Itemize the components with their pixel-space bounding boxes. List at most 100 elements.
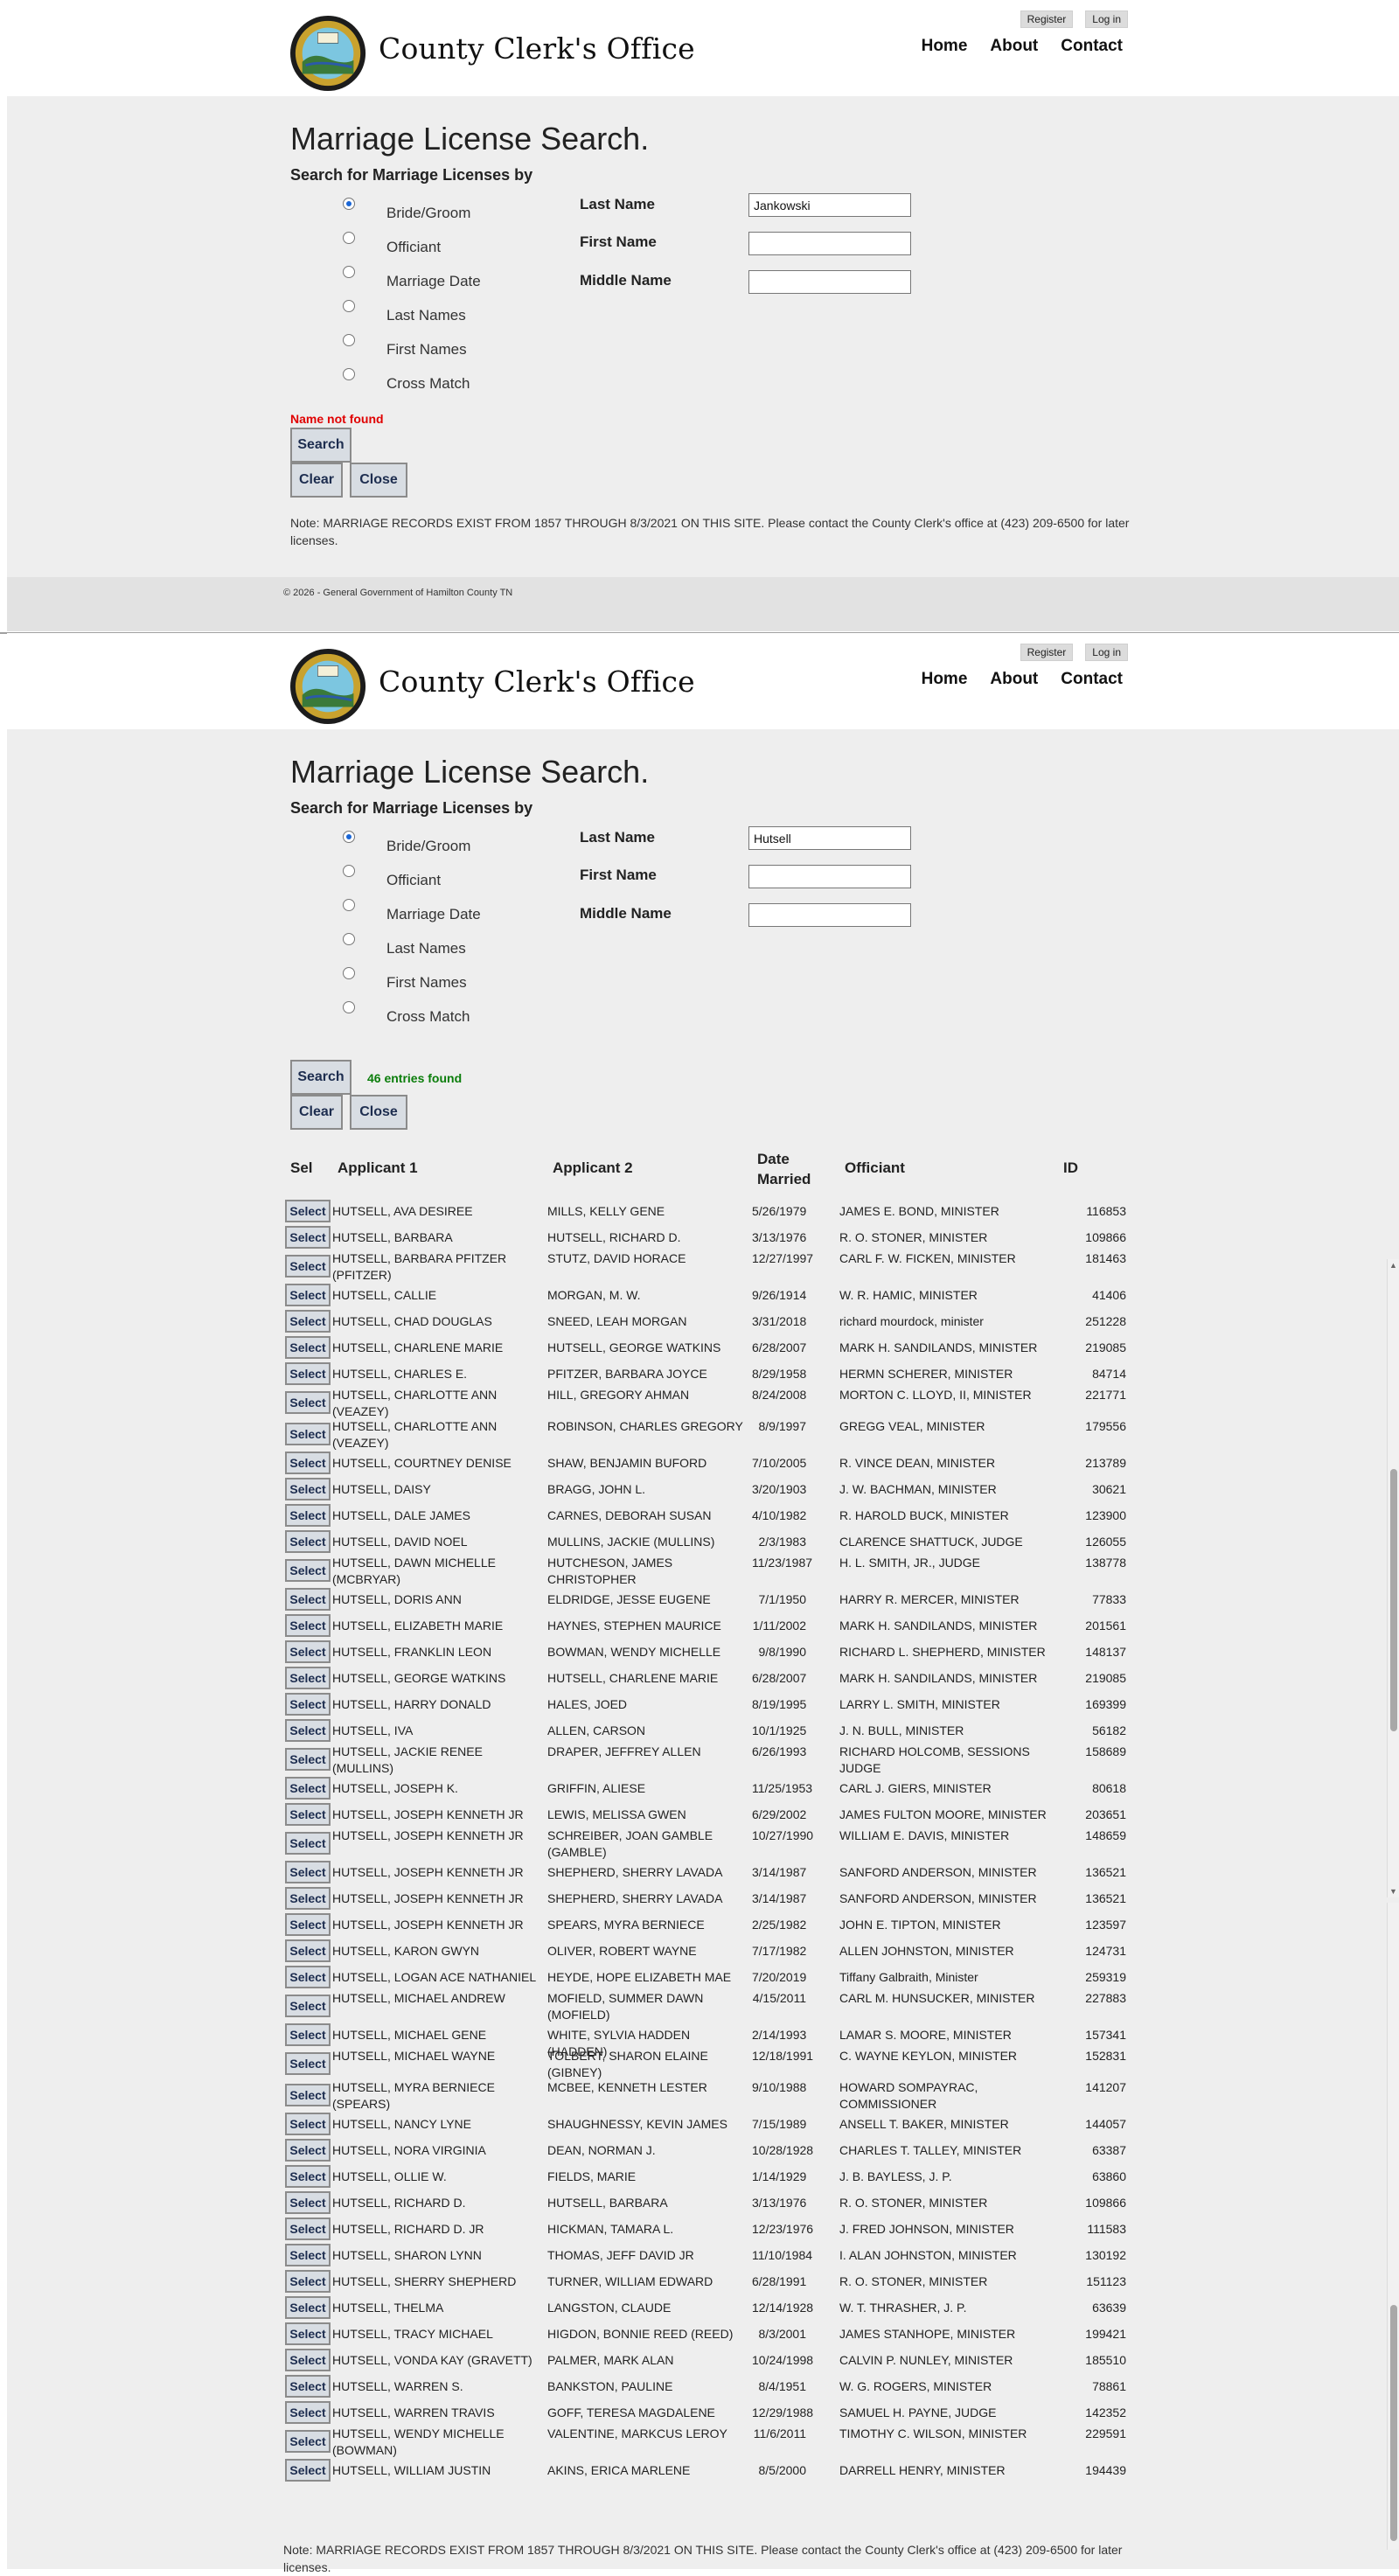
- select-button[interactable]: Select: [285, 1748, 331, 1771]
- radio-button[interactable]: [343, 334, 355, 346]
- table-row: Select HUTSELL, KARON GWYN OLIVER, ROBERT …: [7, 1938, 1399, 1964]
- select-button[interactable]: Select: [285, 1887, 331, 1910]
- select-button[interactable]: Select: [285, 1284, 331, 1306]
- nav-contact[interactable]: Contact: [1061, 670, 1123, 689]
- select-button[interactable]: Select: [285, 1693, 331, 1716]
- select-button[interactable]: Select: [285, 2217, 331, 2240]
- select-button[interactable]: Select: [285, 1861, 331, 1883]
- nav-home[interactable]: Home: [922, 670, 968, 689]
- select-button[interactable]: Select: [285, 1200, 331, 1222]
- select-button[interactable]: Select: [285, 1995, 331, 2017]
- login-link[interactable]: Log in: [1085, 10, 1128, 28]
- radio-label: Cross Match: [386, 1008, 470, 1025]
- select-button[interactable]: Select: [285, 1310, 331, 1333]
- clear-button[interactable]: Clear: [290, 1095, 343, 1130]
- scroll-thumb[interactable]: [1390, 1469, 1397, 1731]
- select-button[interactable]: Select: [285, 2270, 331, 2293]
- select-button[interactable]: Select: [285, 2191, 331, 2214]
- select-button[interactable]: Select: [285, 1452, 331, 1474]
- first-name-input[interactable]: [748, 232, 911, 255]
- applicant-1-cell: HUTSELL, NANCY LYNE: [332, 2117, 471, 2131]
- officiant-cell: CARL F. W. FICKEN, MINISTER: [839, 1251, 1016, 1265]
- select-button[interactable]: Select: [285, 1362, 331, 1385]
- county-seal-logo[interactable]: [287, 14, 372, 93]
- select-button[interactable]: Select: [285, 2052, 331, 2075]
- search-button[interactable]: Search: [290, 1060, 351, 1095]
- register-link[interactable]: Register: [1020, 10, 1074, 28]
- middle-name-input[interactable]: [748, 270, 911, 294]
- close-button[interactable]: Close: [350, 463, 407, 498]
- select-button[interactable]: Select: [285, 1559, 331, 1582]
- select-button[interactable]: Select: [285, 1719, 331, 1742]
- radio-button[interactable]: [343, 198, 355, 210]
- first-name-input[interactable]: [748, 865, 911, 888]
- scroll-up-icon[interactable]: ▲: [1389, 1261, 1397, 1270]
- select-button[interactable]: Select: [285, 1640, 331, 1663]
- nav-home[interactable]: Home: [922, 37, 968, 56]
- radio-button[interactable]: [343, 300, 355, 312]
- select-button[interactable]: Select: [285, 2459, 331, 2482]
- scrollbar[interactable]: ▲ ▼: [1387, 1259, 1399, 1897]
- select-button[interactable]: Select: [285, 2165, 331, 2188]
- select-button[interactable]: Select: [285, 2322, 331, 2345]
- radio-button[interactable]: [343, 967, 355, 979]
- site-title[interactable]: County Clerk's Office: [379, 665, 695, 699]
- select-button[interactable]: Select: [285, 2401, 331, 2424]
- id-cell: 80618: [1092, 1781, 1126, 1795]
- select-button[interactable]: Select: [285, 1504, 331, 1527]
- close-button[interactable]: Close: [350, 1095, 407, 1130]
- radio-button[interactable]: [343, 1001, 355, 1013]
- select-button[interactable]: Select: [285, 1913, 331, 1936]
- select-button[interactable]: Select: [285, 1667, 331, 1689]
- select-button[interactable]: Select: [285, 1530, 331, 1553]
- register-link[interactable]: Register: [1020, 644, 1074, 661]
- date-married-cell: 2/3/1983: [758, 1535, 807, 1549]
- scrollbar[interactable]: [1387, 1903, 1399, 2550]
- nav-contact[interactable]: Contact: [1061, 37, 1123, 56]
- select-button[interactable]: Select: [285, 1336, 331, 1359]
- select-button[interactable]: Select: [285, 1255, 331, 1278]
- radio-button[interactable]: [343, 831, 355, 843]
- select-button[interactable]: Select: [285, 2113, 331, 2135]
- last-name-input[interactable]: [748, 193, 911, 217]
- select-button[interactable]: Select: [285, 1966, 331, 1988]
- radio-button[interactable]: [343, 865, 355, 877]
- select-button[interactable]: Select: [285, 1391, 331, 1414]
- select-button[interactable]: Select: [285, 1614, 331, 1637]
- site-title[interactable]: County Clerk's Office: [379, 31, 695, 66]
- select-button[interactable]: Select: [285, 1803, 331, 1826]
- select-button[interactable]: Select: [285, 1832, 331, 1855]
- radio-button[interactable]: [343, 933, 355, 945]
- radio-button[interactable]: [343, 368, 355, 380]
- select-button[interactable]: Select: [285, 1588, 331, 1611]
- middle-name-input[interactable]: [748, 903, 911, 927]
- search-button[interactable]: Search: [290, 428, 351, 463]
- officiant-cell: MORTON C. LLOYD, II, MINISTER: [839, 1388, 1032, 1402]
- select-button[interactable]: Select: [285, 2375, 331, 2398]
- nav-about[interactable]: About: [990, 670, 1038, 689]
- select-button[interactable]: Select: [285, 1423, 331, 1445]
- select-button[interactable]: Select: [285, 1777, 331, 1800]
- select-button[interactable]: Select: [285, 2296, 331, 2319]
- radio-label: Last Names: [386, 940, 466, 957]
- scroll-down-icon[interactable]: ▼: [1389, 1887, 1397, 1896]
- select-button[interactable]: Select: [285, 1478, 331, 1500]
- select-button[interactable]: Select: [285, 2023, 331, 2046]
- officiant-cell: ANSELL T. BAKER, MINISTER: [839, 2117, 1009, 2131]
- radio-button[interactable]: [343, 899, 355, 911]
- login-link[interactable]: Log in: [1085, 644, 1128, 661]
- last-name-input[interactable]: [748, 826, 911, 850]
- select-button[interactable]: Select: [285, 1939, 331, 1962]
- select-button[interactable]: Select: [285, 2244, 331, 2266]
- clear-button[interactable]: Clear: [290, 463, 343, 498]
- select-button[interactable]: Select: [285, 2139, 331, 2162]
- select-button[interactable]: Select: [285, 2430, 331, 2453]
- nav-about[interactable]: About: [990, 37, 1038, 56]
- scroll-thumb[interactable]: [1390, 2305, 1397, 2541]
- select-button[interactable]: Select: [285, 2349, 331, 2371]
- select-button[interactable]: Select: [285, 1226, 331, 1249]
- select-button[interactable]: Select: [285, 2084, 331, 2106]
- radio-button[interactable]: [343, 232, 355, 244]
- county-seal-logo[interactable]: [287, 647, 372, 726]
- radio-button[interactable]: [343, 266, 355, 278]
